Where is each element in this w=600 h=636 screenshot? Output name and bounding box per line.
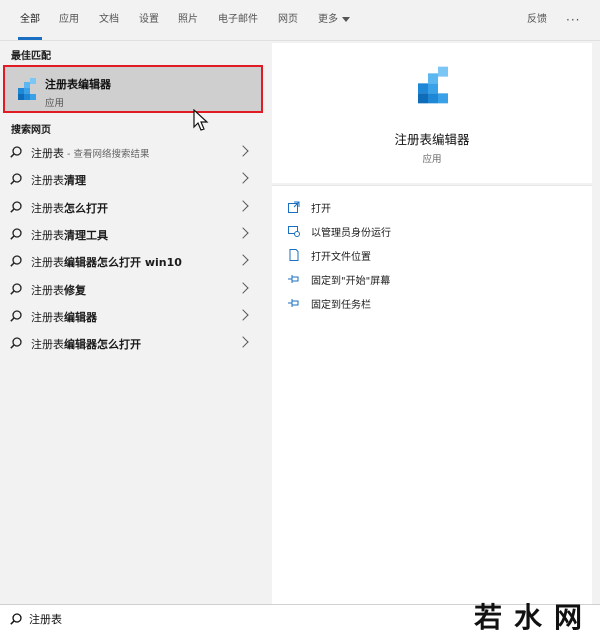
chevron-right-icon — [237, 309, 249, 321]
web-result-item[interactable]: 注册表清理工具 — [0, 221, 266, 248]
chevron-down-icon — [342, 16, 350, 22]
chevron-right-icon — [237, 254, 249, 266]
web-result-suffix: 编辑器怎么打开 — [64, 338, 141, 352]
chevron-right-icon — [237, 227, 249, 239]
web-result-item[interactable]: 注册表清理 — [0, 166, 266, 193]
action-label: 以管理员身份运行 — [311, 228, 391, 239]
feedback-button[interactable]: 反馈 — [527, 0, 547, 40]
open-icon — [288, 201, 300, 213]
action-list: 打开 以管理员身份运行 打开文件位置 固定到"开始"屏幕 固定到任务栏 — [272, 186, 592, 604]
web-result-query: 注册表 — [31, 228, 64, 242]
web-result-text: 注册表 - 查看网络搜索结果 — [31, 145, 149, 161]
action-label: 打开文件位置 — [311, 252, 371, 263]
web-result-item[interactable]: 注册表怎么打开 — [0, 194, 266, 221]
web-result-suffix: 怎么打开 — [64, 201, 108, 215]
mouse-cursor-icon — [193, 109, 209, 131]
file-location-icon — [289, 249, 299, 261]
registry-editor-icon — [18, 78, 36, 100]
run-as-admin-icon — [288, 226, 300, 237]
web-result-item[interactable]: 注册表编辑器 — [0, 303, 266, 330]
best-match-heading: 最佳匹配 — [11, 51, 51, 62]
web-result-text: 注册表编辑器怎么打开 — [31, 336, 141, 352]
best-match-title: 注册表编辑器 — [45, 78, 111, 91]
search-icon — [10, 228, 22, 240]
tab-email[interactable]: 电子邮件 — [218, 0, 258, 40]
chevron-right-icon — [237, 336, 249, 348]
search-icon — [10, 310, 22, 322]
web-result-suffix: 编辑器怎么打开 win10 — [64, 256, 182, 270]
web-result-hint: - 查看网络搜索结果 — [64, 149, 150, 160]
web-result-text: 注册表清理工具 — [31, 227, 108, 243]
tab-web[interactable]: 网页 — [278, 0, 298, 40]
tab-settings[interactable]: 设置 — [139, 0, 159, 40]
tab-all[interactable]: 全部 — [18, 0, 42, 40]
web-result-item[interactable]: 注册表 - 查看网络搜索结果 — [0, 139, 266, 166]
web-result-query: 注册表 — [31, 147, 64, 160]
app-subtitle: 应用 — [422, 154, 442, 165]
web-result-text: 注册表清理 — [31, 172, 86, 188]
watermark-logo: 若水网 — [473, 601, 594, 634]
web-result-query: 注册表 — [31, 310, 64, 324]
chevron-right-icon — [237, 281, 249, 294]
more-options-button[interactable]: ··· — [566, 0, 580, 40]
search-icon — [10, 173, 22, 186]
search-icon — [10, 255, 22, 267]
web-result-suffix: 修复 — [64, 283, 86, 297]
web-result-item[interactable]: 注册表编辑器怎么打开 — [0, 330, 266, 357]
web-result-text: 注册表怎么打开 — [31, 200, 108, 216]
app-title: 注册表编辑器 — [394, 132, 470, 147]
app-preview-card: 注册表编辑器 应用 — [272, 43, 592, 183]
web-result-item[interactable]: 注册表修复 — [0, 276, 266, 303]
search-input[interactable] — [29, 609, 449, 629]
tab-apps[interactable]: 应用 — [59, 0, 79, 40]
tab-photos[interactable]: 照片 — [178, 0, 198, 40]
search-icon — [10, 337, 22, 349]
tab-more-label: 更多 — [318, 14, 338, 25]
search-icon — [10, 146, 22, 158]
search-icon — [10, 282, 22, 295]
registry-editor-icon — [418, 66, 448, 104]
results-panel: 最佳匹配 注册表编辑器 应用 搜索网页 注册表 - 查看网络搜索结果 注册表清理注… — [0, 41, 266, 604]
web-result-query: 注册表 — [31, 283, 64, 297]
tab-more[interactable]: 更多 — [318, 0, 350, 40]
web-result-query: 注册表 — [31, 174, 64, 188]
web-result-query: 注册表 — [31, 201, 64, 215]
chevron-right-icon — [237, 172, 249, 184]
chevron-right-icon — [237, 145, 249, 157]
search-icon — [10, 613, 22, 625]
web-result-suffix: 编辑器 — [64, 310, 97, 324]
preview-panel: 注册表编辑器 应用 打开 以管理员身份运行 打开文件位置 固定到"开始"屏幕 固… — [266, 41, 600, 604]
web-result-item[interactable]: 注册表编辑器怎么打开 win10 — [0, 248, 266, 275]
web-result-text: 注册表编辑器 — [31, 309, 97, 325]
pin-icon — [288, 275, 299, 283]
web-result-suffix: 清理工具 — [64, 228, 108, 242]
action-label: 固定到任务栏 — [311, 300, 371, 311]
web-result-text: 注册表修复 — [31, 282, 86, 298]
chevron-right-icon — [237, 199, 249, 212]
best-match-item[interactable]: 注册表编辑器 应用 — [3, 65, 263, 131]
web-search-heading: 搜索网页 — [11, 125, 51, 136]
tab-documents[interactable]: 文档 — [99, 0, 119, 40]
pin-icon — [288, 299, 299, 307]
best-match-subtitle: 应用 — [45, 98, 65, 109]
web-result-query: 注册表 — [31, 338, 64, 352]
action-label: 固定到"开始"屏幕 — [311, 276, 391, 287]
web-result-text: 注册表编辑器怎么打开 win10 — [31, 254, 182, 270]
web-result-suffix: 清理 — [64, 174, 86, 188]
web-result-query: 注册表 — [31, 256, 64, 270]
search-tab-bar: 全部 应用 文档 设置 照片 电子邮件 网页 更多 反馈 ··· — [0, 0, 600, 41]
action-label: 打开 — [311, 204, 331, 215]
search-icon — [10, 200, 22, 213]
